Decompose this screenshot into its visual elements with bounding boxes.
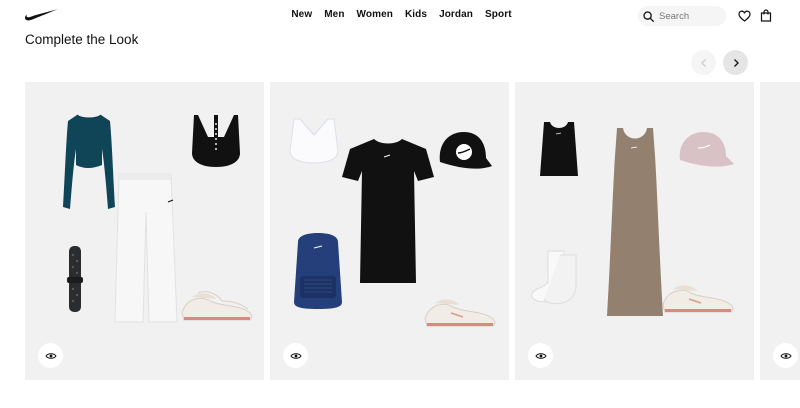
look-card-4[interactable] [760,82,800,380]
eye-icon [289,352,302,359]
view-look-button[interactable] [528,343,553,368]
carousel-prev-button[interactable] [691,50,716,75]
nav-men[interactable]: Men [324,9,344,20]
product-cap[interactable] [676,130,734,172]
bag-icon [760,9,771,22]
product-long-sleeve-top[interactable] [62,113,116,211]
view-look-button[interactable] [283,343,308,368]
product-sports-bra[interactable] [288,117,340,165]
search-box[interactable] [638,6,726,26]
nav-women[interactable]: Women [357,9,393,20]
chevron-right-icon [733,58,739,67]
eye-icon [779,352,792,359]
product-backpack[interactable] [288,232,348,310]
product-watch-band[interactable] [64,245,86,313]
product-cap[interactable] [434,130,492,174]
search-icon[interactable] [643,10,654,22]
product-sneakers[interactable] [421,293,499,329]
product-socks[interactable] [530,249,588,307]
nav-new[interactable]: New [291,9,312,20]
product-midi-dress[interactable] [603,126,667,318]
view-look-button[interactable] [773,343,798,368]
section-title: Complete the Look [25,32,139,47]
nav-kids[interactable]: Kids [405,9,427,20]
product-sneakers[interactable] [178,287,255,323]
site-header: New Men Women Kids Jordan Sport [0,0,800,32]
view-look-button[interactable] [38,343,63,368]
bag-button[interactable] [759,9,772,22]
product-sneakers[interactable] [659,279,737,315]
eye-icon [44,352,57,359]
nav-jordan[interactable]: Jordan [439,9,473,20]
eye-icon [534,352,547,359]
product-wide-leg-pants[interactable] [113,172,179,326]
carousel-next-button[interactable] [723,50,748,75]
search-input[interactable] [659,10,719,22]
product-sports-bra[interactable] [188,113,244,169]
nav-sport[interactable]: Sport [485,9,512,20]
chevron-left-icon [700,58,706,67]
look-card-1[interactable] [25,82,264,380]
favorites-button[interactable] [738,9,751,22]
product-crop-tank[interactable] [536,120,582,178]
product-t-shirt-dress[interactable] [340,137,436,287]
look-card-3[interactable] [515,82,754,380]
look-card-2[interactable] [270,82,509,380]
heart-icon [738,9,751,22]
